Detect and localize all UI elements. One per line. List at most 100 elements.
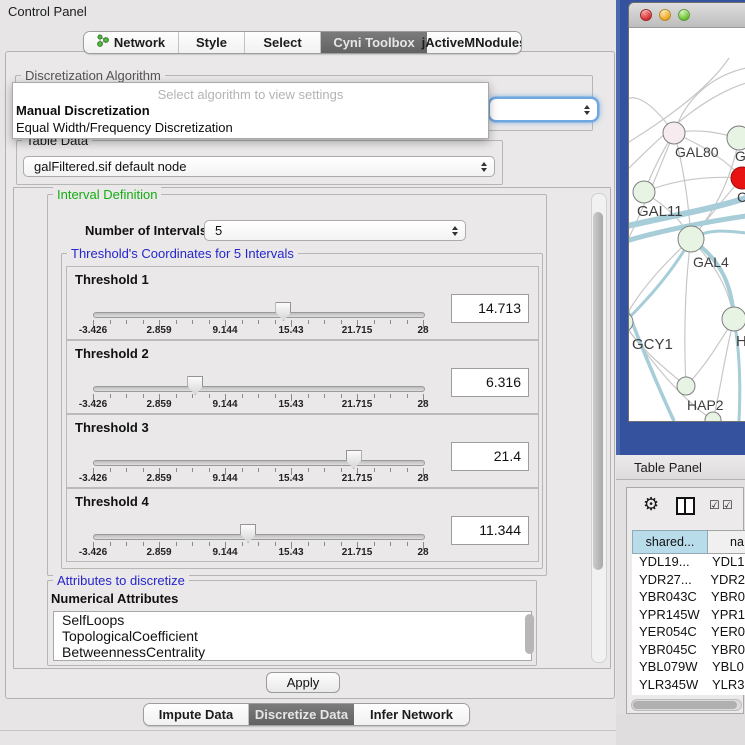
zoom-traffic-light-icon[interactable] [678, 9, 690, 21]
network-canvas[interactable]: GAL80GACGAL11GAL4HGCY1HAP2 [629, 28, 745, 421]
table-row[interactable]: YIL052CYIL0 [632, 694, 745, 695]
tick-mark [308, 394, 309, 398]
tick-label: 21.715 [332, 473, 382, 484]
tick-label: -3.426 [68, 399, 118, 410]
tick-mark [390, 468, 391, 472]
threshold-slider-track[interactable] [93, 534, 425, 540]
threshold-value-field[interactable]: 14.713 [451, 294, 529, 323]
network-node[interactable] [663, 122, 685, 144]
table-data-combobox[interactable]: galFiltered.sif default node [23, 156, 495, 177]
table-row[interactable]: YBR043CYBR0 [632, 589, 745, 607]
network-node[interactable] [722, 307, 745, 331]
tab-jactivemnodules[interactable]: jActiveMNodules [427, 32, 521, 53]
numerical-attributes-list[interactable]: SelfLoopsTopologicalCoefficientBetweenne… [53, 611, 532, 661]
settings-vertical-scrollbar[interactable] [591, 193, 607, 663]
tab-discretize-data[interactable]: Discretize Data [249, 704, 354, 725]
tick-mark [143, 468, 144, 472]
discretization-algorithm-title: Discretization Algorithm [21, 68, 165, 83]
tick-mark [341, 542, 342, 546]
threshold-slider-track[interactable] [93, 312, 425, 318]
thresholds-group-title: Threshold's Coordinates for 5 Intervals [67, 246, 298, 261]
tick-label: 2.859 [134, 399, 184, 410]
cell-shared-name: YPR145W [632, 607, 707, 625]
attribute-list-item[interactable]: SelfLoops [54, 612, 531, 628]
table-row[interactable]: YLR345WYLR3 [632, 677, 745, 695]
close-traffic-light-icon[interactable] [640, 9, 652, 21]
threshold-value-field[interactable]: 21.4 [451, 442, 529, 471]
tick-mark [126, 468, 127, 472]
tab-network[interactable]: Network [84, 32, 179, 53]
cell-shared-name: YDL19... [632, 554, 708, 572]
dropdown-option-equal-width[interactable]: Equal Width/Frequency Discretization [16, 120, 233, 135]
attributes-scrollbar[interactable] [525, 614, 534, 654]
gear-icon[interactable]: ⚙ [643, 494, 659, 515]
threshold-value-field[interactable]: 6.316 [451, 368, 529, 397]
tick-mark [374, 320, 375, 324]
threshold-slider-thumb[interactable] [187, 376, 203, 395]
tab-select[interactable]: Select [245, 32, 321, 53]
tab-cyni-toolbox[interactable]: Cyni Toolbox [321, 32, 427, 53]
tick-mark [176, 468, 177, 472]
tick-label: 2.859 [134, 473, 184, 484]
table-panel-body: ⚙ ☑ ☑ shared... na YDL19...YDL1YDR27...Y… [616, 480, 745, 714]
table-row[interactable]: YDL19...YDL1 [632, 554, 745, 572]
attribute-list-item[interactable]: BetweennessCentrality [54, 644, 531, 660]
tab-impute-data[interactable]: Impute Data [144, 704, 249, 725]
tick-mark [242, 468, 243, 472]
table-row[interactable]: YER054CYER0 [632, 624, 745, 642]
network-view-window[interactable]: GAL80GACGAL11GAL4HGCY1HAP2 [628, 2, 745, 422]
apply-button[interactable]: Apply [266, 672, 340, 693]
tick-mark [143, 394, 144, 398]
network-node-label: GCY1 [632, 336, 673, 353]
tick-mark [341, 320, 342, 324]
cell-shared-name: YLR345W [632, 677, 708, 695]
split-columns-icon[interactable] [676, 497, 695, 515]
algorithm-combobox[interactable] [490, 99, 597, 120]
tab-label: Impute Data [159, 704, 233, 725]
table-hscrollbar[interactable] [631, 699, 742, 711]
tick-mark [390, 542, 391, 546]
table-row[interactable]: YDR27...YDR2 [632, 572, 745, 590]
column-header-name[interactable]: na [708, 530, 745, 554]
checkbox-icon[interactable]: ☑ [709, 498, 720, 512]
network-node[interactable] [727, 126, 745, 150]
num-intervals-value: 5 [215, 223, 222, 238]
attribute-list-item[interactable]: TopologicalCoefficient [54, 628, 531, 644]
network-node[interactable] [705, 412, 721, 421]
tick-label: 15.43 [266, 473, 316, 484]
tick-mark [258, 320, 259, 324]
control-panel-titlebar: Control Panel [0, 0, 616, 22]
threshold-slider-track[interactable] [93, 460, 425, 466]
table-row[interactable]: YBR045CYBR0 [632, 642, 745, 660]
column-header-shared[interactable]: shared... [632, 530, 708, 554]
tick-mark [390, 320, 391, 324]
table-row[interactable]: YPR145WYPR1 [632, 607, 745, 625]
network-node[interactable] [731, 167, 745, 189]
checkbox-icon[interactable]: ☑ [722, 498, 733, 512]
num-intervals-combobox[interactable]: 5 [204, 220, 466, 241]
threshold-slider-thumb[interactable] [240, 524, 256, 543]
tab-style[interactable]: Style [179, 32, 245, 53]
dropdown-option-manual[interactable]: Manual Discretization [16, 103, 150, 118]
tick-mark [126, 320, 127, 324]
network-node[interactable] [633, 181, 655, 203]
network-node[interactable] [677, 377, 695, 395]
network-node[interactable] [678, 226, 704, 252]
threshold-slider-thumb[interactable] [275, 302, 291, 321]
minimize-traffic-light-icon[interactable] [659, 9, 671, 21]
threshold-row: Threshold 4-3.4262.8599.14415.4321.71528… [66, 488, 539, 562]
table-panel-inner: ⚙ ☑ ☑ shared... na YDL19...YDL1YDR27...Y… [626, 487, 744, 714]
tab-label: jActiveMNodules [422, 32, 522, 53]
tick-mark [176, 320, 177, 324]
threshold-slider-track[interactable] [93, 386, 425, 392]
threshold-label: Threshold 3 [75, 420, 149, 435]
tick-mark [242, 394, 243, 398]
network-window-titlebar[interactable] [629, 3, 745, 28]
table-row[interactable]: YBL079WYBL0 [632, 659, 745, 677]
tick-mark [209, 542, 210, 546]
tab-infer-network[interactable]: Infer Network [354, 704, 469, 725]
tick-mark [324, 394, 325, 398]
threshold-slider-thumb[interactable] [346, 450, 362, 469]
threshold-value-field[interactable]: 11.344 [451, 516, 529, 545]
numerical-attributes-label: Numerical Attributes [51, 591, 178, 606]
